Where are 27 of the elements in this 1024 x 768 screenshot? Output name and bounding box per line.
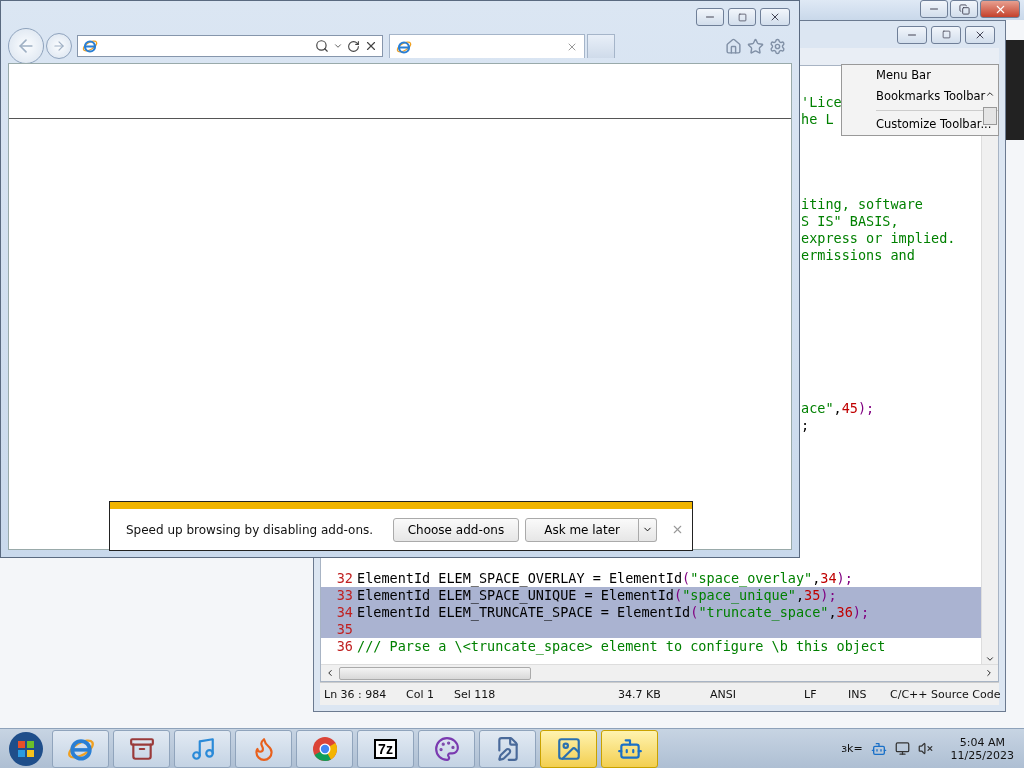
- code-line: 'Lice: [801, 94, 842, 111]
- code-line: /// Parse a \<truncate_space> element to configure \b this object: [357, 638, 886, 655]
- status-text: C/C++ Source Code: [889, 687, 1001, 701]
- app-label: 7z: [374, 738, 397, 759]
- code-line: iting, software: [801, 196, 923, 213]
- code-line: ermissions and: [801, 247, 915, 264]
- code-line: express or implied.: [801, 230, 956, 247]
- code-line: ace",45);: [801, 400, 875, 417]
- code-line: S IS" BASIS,: [801, 213, 899, 230]
- code-line: ElementId ELEM_SPACE_OVERLAY = ElementId("space_overlay",34);: [357, 570, 853, 587]
- status-text: LF: [803, 687, 818, 701]
- status-text: ANSI: [709, 687, 737, 701]
- status-text: INS: [847, 687, 868, 701]
- status-text: Col 1: [405, 687, 435, 701]
- status-text: Sel 118: [453, 687, 497, 701]
- line-number: 34: [335, 604, 354, 621]
- line-number: 33: [335, 587, 354, 604]
- code-line: ElementId ELEM_TRUNCATE_SPACE = ElementId("truncate_space",36);: [357, 604, 870, 621]
- status-text: Ln 36 : 984: [323, 687, 388, 701]
- code-line: he L: [801, 111, 834, 128]
- code-line: ElementId ELEM_SPACE_UNIQUE = ElementId("space_unique",35);: [357, 587, 837, 604]
- status-text: 34.7 KB: [617, 687, 662, 701]
- line-number: 32: [335, 570, 354, 587]
- line-number: 36: [335, 638, 354, 655]
- code-line: ;: [801, 417, 810, 434]
- notification-message: Speed up browsing by disabling add-ons.: [126, 522, 375, 537]
- line-number: 35: [335, 621, 354, 638]
